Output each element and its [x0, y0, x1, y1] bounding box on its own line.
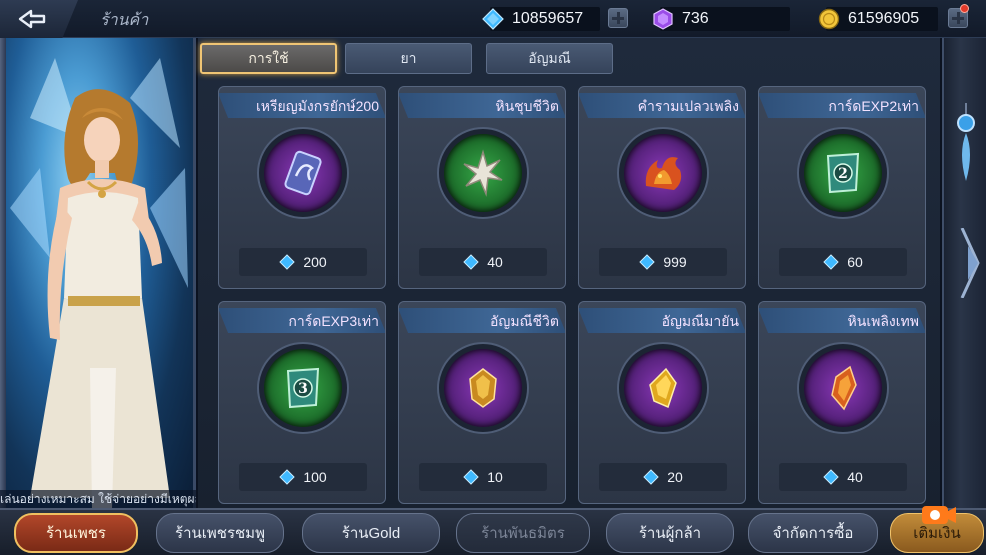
shop-item-card[interactable]: อัญมณีมายัน 20 [578, 301, 746, 504]
heroine-illustration [30, 89, 170, 508]
tab-usage[interactable]: การใช้ [200, 43, 337, 74]
shop-item-card[interactable]: การ์ดEXP2เท่า 2 60 [758, 86, 926, 289]
shop-item-card[interactable]: คำรามเปลวเพลิง 999 [578, 86, 746, 289]
back-arrow-icon [18, 9, 46, 29]
price-tag: 40 [419, 248, 547, 276]
diamond-amount: 10859657 [512, 10, 584, 27]
item-orb [804, 349, 882, 427]
price-tag: 10 [419, 463, 547, 491]
recorder-logo [922, 506, 956, 524]
divine-flame-stone-icon [831, 365, 857, 411]
purple-gem-icon [653, 8, 673, 30]
item-price: 10 [487, 469, 503, 485]
page-title: ร้านค้า [100, 12, 149, 29]
tab-potion[interactable]: ยา [345, 43, 472, 74]
item-name: เหรียญมังกรยักษ์200 [256, 98, 379, 114]
notification-dot [960, 4, 969, 13]
item-price: 100 [303, 469, 327, 485]
price-tag: 20 [599, 463, 727, 491]
item-name: หินชุบชีวิต [495, 98, 559, 114]
responsible-spending-notice: เล่นอย่างเหมาะสม ใช้จ่ายอย่างมีเหตุผล [0, 490, 196, 508]
item-price: 20 [667, 469, 683, 485]
nav-diamond-shop[interactable]: ร้านเพชร [14, 513, 138, 553]
shop-item-card[interactable]: อัญมณีชีวิต 10 [398, 301, 566, 504]
svg-text:2: 2 [838, 166, 848, 182]
item-orb [444, 349, 522, 427]
item-name: อัญมณีชีวิต [489, 313, 559, 329]
diamond-icon [643, 469, 659, 485]
price-tag: 100 [239, 463, 367, 491]
diamond-icon [463, 469, 479, 485]
revive-stone-icon [463, 149, 503, 197]
diamond-icon [823, 254, 839, 270]
gold-coin-icon [818, 8, 840, 30]
shop-item-card[interactable]: หินชุบชีวิต 40 [398, 86, 566, 289]
price-tag: 60 [779, 248, 907, 276]
diamond-icon [482, 8, 504, 30]
character-art-panel [0, 38, 196, 508]
diamond-icon [823, 469, 839, 485]
item-orb [264, 134, 342, 212]
item-name: หินเพลิงเทพ [847, 313, 919, 329]
diamond-icon [279, 254, 296, 270]
diamond-icon [463, 254, 479, 270]
svg-text:3: 3 [298, 381, 308, 397]
price-tag: 40 [779, 463, 907, 491]
diamond-icon [279, 469, 296, 485]
flame-beast-icon [645, 157, 682, 190]
right-frame [942, 38, 986, 508]
diamond-counter: 10859657 [482, 7, 583, 31]
item-orb: 3 [264, 349, 342, 427]
item-name: คำรามเปลวเพลิง [637, 98, 739, 114]
dragon-coin-icon [284, 150, 322, 196]
item-frame [437, 342, 529, 434]
item-frame [437, 127, 529, 219]
item-orb: 2 [804, 134, 882, 212]
nav-alliance-shop[interactable]: ร้านพันธมิตร [456, 513, 590, 553]
gold-amount: 61596905 [848, 10, 920, 27]
item-price: 200 [303, 254, 327, 270]
diamond-icon [639, 254, 656, 270]
exp-card-3x-icon: 3 [286, 367, 320, 409]
crystal-pendant-icon [957, 103, 975, 181]
price-tag: 200 [239, 248, 367, 276]
tab-gem[interactable]: อัญมณี [486, 43, 613, 74]
shop-item-card[interactable]: หินเพลิงเทพ 40 [758, 301, 926, 504]
item-price: 999 [663, 254, 687, 270]
item-name: อัญมณีมายัน [661, 313, 739, 329]
item-frame [797, 342, 889, 434]
item-frame: 2 [797, 127, 889, 219]
mayan-gem-icon [649, 367, 677, 409]
item-price: 40 [847, 469, 863, 485]
item-orb [624, 349, 702, 427]
gold-counter: 61596905 [818, 7, 919, 31]
nav-limited-purchase[interactable]: จำกัดการซื้อ [748, 513, 878, 553]
expand-arrow-icon[interactable] [958, 228, 982, 298]
item-orb [444, 134, 522, 212]
nav-gold-shop[interactable]: ร้านGold [302, 513, 440, 553]
item-frame [257, 127, 349, 219]
item-price: 40 [487, 254, 503, 270]
item-name: การ์ดEXP2เท่า [828, 98, 919, 114]
item-name: การ์ดEXP3เท่า [288, 313, 379, 329]
item-frame [617, 342, 709, 434]
item-frame [617, 127, 709, 219]
price-tag: 999 [599, 248, 727, 276]
item-frame: 3 [257, 342, 349, 434]
exp-card-2x-icon: 2 [826, 152, 860, 194]
add-diamond-button[interactable] [608, 8, 628, 28]
nav-pink-diamond-shop[interactable]: ร้านเพชรชมพู [156, 513, 284, 553]
item-orb [624, 134, 702, 212]
life-gem-icon [469, 368, 497, 408]
shop-item-card[interactable]: เหรียญมังกรยักษ์200 200 [218, 86, 386, 289]
gem-counter: 736 [652, 7, 709, 31]
nav-hero-shop[interactable]: ร้านผู้กล้า [606, 513, 734, 553]
item-price: 60 [847, 254, 863, 270]
gem-amount: 736 [682, 10, 709, 27]
shop-item-card[interactable]: การ์ดEXP3เท่า 3 100 [218, 301, 386, 504]
left-frame-edge [0, 38, 6, 508]
